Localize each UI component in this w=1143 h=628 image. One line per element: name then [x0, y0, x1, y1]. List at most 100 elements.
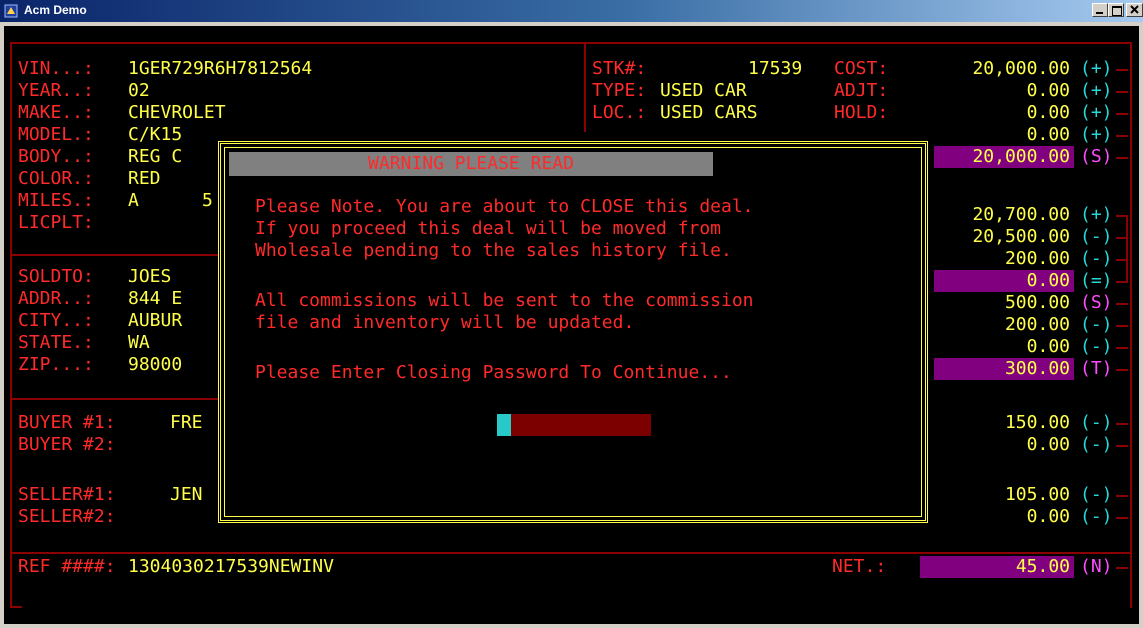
- amount-connector: [1116, 91, 1128, 93]
- app-icon: [4, 4, 18, 18]
- miles-label: MILES.:: [18, 190, 94, 211]
- title-bar[interactable]: Acm Demo: [0, 0, 1143, 22]
- maximize-button[interactable]: [1108, 3, 1124, 17]
- amount-value[interactable]: 105.00: [910, 484, 1070, 506]
- app-window: Acm Demo VIN...: 1GER729R6H7812564 YEAR.…: [0, 0, 1143, 628]
- amount-operator: (-): [1080, 412, 1113, 433]
- cost-label: COST:: [834, 58, 889, 79]
- amount-value[interactable]: 0.00: [910, 506, 1070, 528]
- year-label: YEAR..:: [18, 80, 94, 101]
- amount-value[interactable]: 20,700.00: [910, 204, 1070, 226]
- maximize-icon: [1112, 6, 1122, 16]
- amount-operator: (-): [1080, 248, 1113, 269]
- miles-value[interactable]: 5: [202, 190, 213, 212]
- window-title: Acm Demo: [24, 3, 87, 17]
- amount-operator: (+): [1080, 102, 1113, 123]
- color-value[interactable]: RED: [128, 168, 161, 190]
- city-value[interactable]: AUBUR: [128, 310, 182, 332]
- seller1-value[interactable]: JEN: [170, 484, 203, 506]
- soldto-value[interactable]: JOES: [128, 266, 171, 288]
- type-value[interactable]: USED CAR: [660, 80, 747, 102]
- amount-value[interactable]: 0.00: [910, 434, 1070, 456]
- amount-value[interactable]: 500.00: [910, 292, 1070, 314]
- make-label: MAKE..:: [18, 102, 94, 123]
- bottom-corner: [10, 606, 22, 608]
- amount-value[interactable]: 300.00: [910, 358, 1070, 380]
- amount-operator: (S): [1080, 292, 1113, 313]
- amount-connector: [1116, 517, 1128, 519]
- minimize-button[interactable]: [1092, 3, 1108, 17]
- amount-operator: (-): [1080, 336, 1113, 357]
- buyer1-value[interactable]: FRE: [170, 412, 203, 434]
- terminal-screen: VIN...: 1GER729R6H7812564 YEAR..: 02 MAK…: [4, 26, 1139, 624]
- amount-value[interactable]: 0.00: [910, 336, 1070, 358]
- state-value[interactable]: WA: [128, 332, 150, 354]
- amount-connector: [1116, 325, 1128, 327]
- dialog-line-2: If you proceed this deal will be moved f…: [255, 218, 721, 239]
- buyer2-label: BUYER #2:: [18, 434, 116, 455]
- amount-connector: [1116, 157, 1128, 159]
- amount-value[interactable]: 200.00: [910, 248, 1070, 270]
- year-value[interactable]: 02: [128, 80, 150, 102]
- amount-operator: (-): [1080, 484, 1113, 505]
- amount-value[interactable]: 0.00: [910, 124, 1070, 146]
- dialog-line-4: All commissions will be sent to the comm…: [255, 290, 754, 311]
- dialog-line-5: file and inventory will be updated.: [255, 312, 635, 333]
- amount-value[interactable]: 20,000.00: [910, 58, 1070, 80]
- net-label: NET.:: [832, 556, 887, 577]
- ref-value[interactable]: 1304030217539NEWINV: [128, 556, 334, 578]
- frame-left: [10, 42, 12, 608]
- loc-value[interactable]: USED CARS: [660, 102, 758, 124]
- dialog-line-3: Wholesale pending to the sales history f…: [255, 240, 732, 261]
- vin-label: VIN...:: [18, 58, 94, 79]
- zip-value[interactable]: 98000: [128, 354, 182, 376]
- adjt-label: ADJT:: [834, 80, 889, 101]
- amount-connector: [1116, 495, 1128, 497]
- type-label: TYPE:: [592, 80, 647, 101]
- miles-code[interactable]: A: [128, 190, 139, 212]
- close-button[interactable]: [1126, 3, 1143, 17]
- amount-operator: (T): [1080, 358, 1113, 379]
- vin-value[interactable]: 1GER729R6H7812564: [128, 58, 312, 80]
- model-value[interactable]: C/K15: [128, 124, 182, 146]
- amount-value[interactable]: 0.00: [910, 102, 1070, 124]
- divider-vertical: [584, 42, 586, 132]
- addr-value[interactable]: 844 E: [128, 288, 182, 310]
- divider-2: [10, 398, 220, 400]
- amount-value[interactable]: 0.00: [910, 80, 1070, 102]
- zip-label: ZIP...:: [18, 354, 94, 375]
- amount-value[interactable]: 200.00: [910, 314, 1070, 336]
- password-input[interactable]: [511, 414, 651, 436]
- color-label: COLOR.:: [18, 168, 94, 189]
- loc-label: LOC.:: [592, 102, 647, 123]
- warning-dialog: WARNING PLEASE READ Please Note. You are…: [218, 141, 928, 523]
- amount-value[interactable]: 150.00: [910, 412, 1070, 434]
- amount-connector: [1116, 423, 1128, 425]
- net-value[interactable]: 45.00: [910, 556, 1070, 578]
- seller1-label: SELLER#1:: [18, 484, 116, 505]
- calc-bracket: [1126, 215, 1128, 281]
- soldto-label: SOLDTO:: [18, 266, 94, 287]
- amount-connector: [1116, 445, 1128, 447]
- frame-right: [1130, 42, 1132, 608]
- stk-value[interactable]: 17539: [748, 58, 802, 80]
- amount-value[interactable]: 20,000.00: [910, 146, 1070, 168]
- buyer1-label: BUYER #1:: [18, 412, 116, 433]
- amount-value[interactable]: 0.00: [910, 270, 1070, 292]
- model-label: MODEL.:: [18, 124, 94, 145]
- make-value[interactable]: CHEVROLET: [128, 102, 226, 124]
- hold-label: HOLD:: [834, 102, 889, 123]
- divider-1: [10, 254, 220, 256]
- seller2-label: SELLER#2:: [18, 506, 116, 527]
- body-value[interactable]: REG C: [128, 146, 182, 168]
- amount-operator: (-): [1080, 226, 1113, 247]
- amount-operator: (S): [1080, 146, 1113, 167]
- state-label: STATE.:: [18, 332, 94, 353]
- addr-label: ADDR..:: [18, 288, 94, 309]
- dialog-line-1: Please Note. You are about to CLOSE this…: [255, 196, 754, 217]
- amount-value[interactable]: 20,500.00: [910, 226, 1070, 248]
- city-label: CITY..:: [18, 310, 94, 331]
- ref-label: REF ####:: [18, 556, 116, 577]
- amount-connector: [1116, 281, 1128, 283]
- amount-operator: (+): [1080, 80, 1113, 101]
